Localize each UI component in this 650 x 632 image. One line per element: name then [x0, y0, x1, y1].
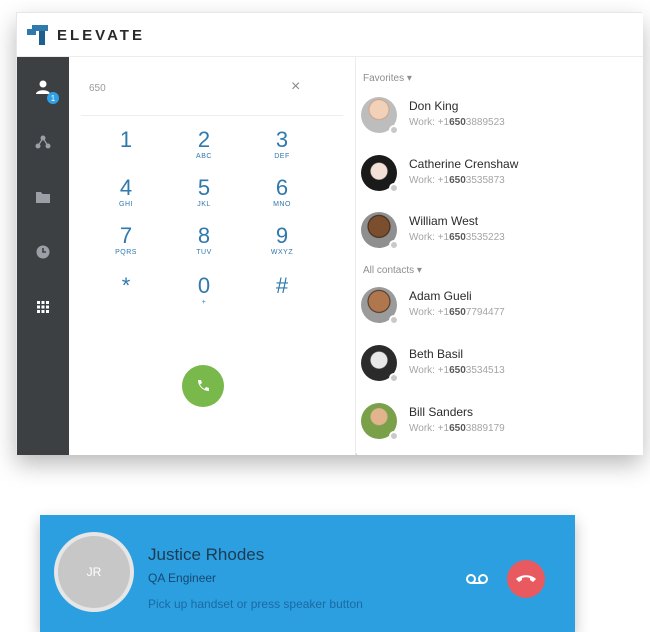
folder-icon — [36, 192, 50, 203]
phone-icon — [198, 380, 209, 391]
contact-catherine-crenshaw[interactable]: Catherine Crenshaw Work: +16503535873 — [361, 155, 621, 201]
brand-name: ELEVATE — [57, 27, 145, 44]
caller-avatar: JR — [54, 532, 134, 612]
key-star[interactable]: * — [96, 275, 156, 299]
key-8[interactable]: 8 TUV — [174, 225, 234, 257]
input-divider — [81, 115, 343, 116]
contact-work-number: Work: +16503534513 — [409, 365, 505, 376]
sidebar-item-dialpad[interactable] — [17, 287, 69, 327]
key-2[interactable]: 2 ABC — [174, 129, 234, 161]
caller-name: Justice Rhodes — [148, 545, 265, 564]
caret-down-icon: ▾ — [406, 73, 412, 84]
contact-work-number: Work: +16507794477 — [409, 307, 505, 318]
clear-icon[interactable]: × — [291, 79, 307, 95]
key-hash[interactable]: # — [252, 275, 312, 299]
status-dot — [389, 125, 399, 135]
key-9[interactable]: 9 WXYZ — [252, 225, 312, 257]
incoming-call-bar: JR Justice Rhodes QA Engineer Pick up ha… — [40, 515, 575, 632]
dial-number-input[interactable]: 650 — [89, 83, 106, 94]
contacts-badge: 1 — [47, 92, 59, 104]
key-4[interactable]: 4 GHI — [96, 177, 156, 209]
key-7[interactable]: 7 PQRS — [96, 225, 156, 257]
dialpad-icon — [37, 301, 49, 313]
status-dot — [389, 183, 399, 193]
call-instruction: Pick up handset or press speaker button — [148, 597, 363, 611]
elevate-app-window: ELEVATE 1 650 × 1 2 ABC 3 DEF 4 GHI 5 JK… — [16, 12, 643, 455]
contact-adam-gueli[interactable]: Adam Gueli Work: +16507794477 — [361, 287, 621, 333]
dialer-panel: 650 × 1 2 ABC 3 DEF 4 GHI 5 JKL 6 MNO 7 PQRS 8… — [69, 57, 356, 455]
voicemail-icon — [466, 574, 488, 584]
status-dot — [389, 240, 399, 250]
key-0[interactable]: 0 + — [174, 275, 234, 307]
app-header: ELEVATE — [17, 13, 643, 57]
call-button[interactable] — [182, 365, 224, 407]
all-contacts-header[interactable]: All contacts ▾ — [363, 265, 422, 276]
key-6[interactable]: 6 MNO — [252, 177, 312, 209]
contact-beth-basil[interactable]: Beth Basil Work: +16503534513 — [361, 345, 621, 391]
contact-don-king[interactable]: Don King Work: +16503889523 — [361, 97, 621, 143]
hangup-button[interactable] — [507, 560, 545, 598]
status-dot — [389, 315, 399, 325]
sidebar-item-contacts[interactable]: 1 — [17, 67, 69, 107]
contact-work-number: Work: +16503535223 — [409, 232, 505, 243]
favorites-header[interactable]: Favorites ▾ — [363, 73, 412, 84]
contact-work-number: Work: +16503889179 — [409, 423, 505, 434]
clock-icon — [36, 245, 50, 259]
sidebar-item-groups[interactable] — [17, 122, 69, 162]
elevate-logo-icon — [27, 25, 49, 47]
key-1[interactable]: 1 — [96, 129, 156, 153]
caller-title: QA Engineer — [148, 571, 217, 585]
key-3[interactable]: 3 DEF — [252, 129, 312, 161]
sidebar: 1 — [17, 57, 69, 455]
contacts-panel: Favorites ▾ Don King Work: +16503889523 … — [357, 57, 643, 455]
network-icon — [35, 135, 51, 149]
status-dot — [389, 373, 399, 383]
status-dot — [389, 431, 399, 441]
contact-william-west[interactable]: William West Work: +16503535223 — [361, 212, 621, 258]
contact-bill-sanders[interactable]: Bill Sanders Work: +16503889179 — [361, 403, 621, 449]
voicemail-button[interactable] — [460, 562, 494, 596]
sidebar-item-files[interactable] — [17, 177, 69, 217]
sidebar-item-history[interactable] — [17, 232, 69, 272]
contact-work-number: Work: +16503535873 — [409, 175, 505, 186]
key-5[interactable]: 5 JKL — [174, 177, 234, 209]
contact-work-number: Work: +16503889523 — [409, 117, 505, 128]
hangup-phone-icon — [516, 575, 536, 582]
caret-down-icon: ▾ — [416, 265, 422, 276]
